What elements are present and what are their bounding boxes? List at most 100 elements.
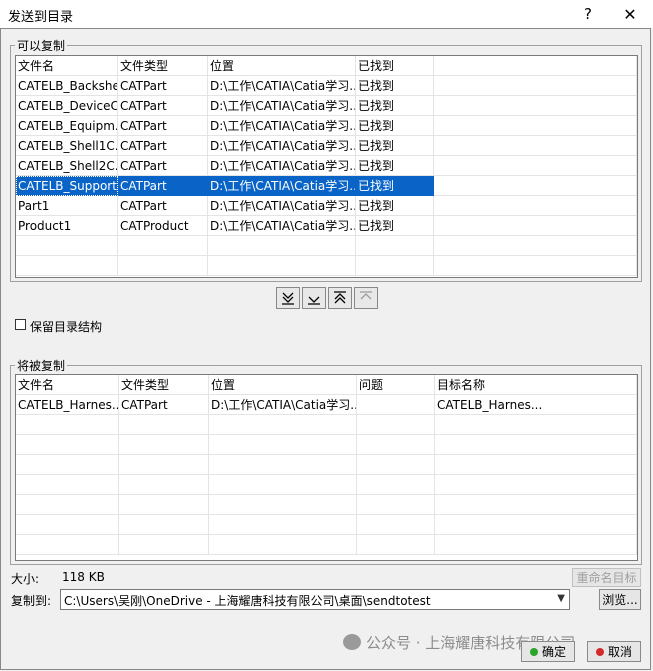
- table-row[interactable]: [16, 415, 637, 435]
- ok-label: 确定: [541, 645, 566, 659]
- table-cell: [209, 455, 357, 475]
- table-row[interactable]: [16, 535, 637, 555]
- table-cell: CATPart: [118, 96, 208, 116]
- column-header[interactable]: 位置: [209, 375, 357, 395]
- move-down-button[interactable]: [302, 287, 326, 309]
- table-cell: [435, 515, 637, 535]
- copy-to-combobox[interactable]: C:\Users\吴刚\OneDrive - 上海耀唐科技有限公司\桌面\sen…: [60, 589, 570, 610]
- column-header[interactable]: 问题: [357, 375, 435, 395]
- table-cell: 已找到: [356, 136, 434, 156]
- table-cell: D:\工作\CATIA\Catia学习...: [208, 176, 356, 196]
- column-header[interactable]: 文件名: [16, 375, 119, 395]
- table-row[interactable]: Product1 CATProduct D:\工作\CATIA\Catia学习...…: [16, 216, 637, 236]
- rename-target-button[interactable]: 重命名目标: [572, 568, 641, 587]
- copy-to-label: 复制到:: [11, 594, 52, 608]
- browse-button[interactable]: 浏览...: [599, 589, 641, 610]
- table-row[interactable]: CATELB_Backshell CATPart D:\工作\CATIA\Catia…: [16, 76, 637, 96]
- column-header[interactable]: 位置: [208, 56, 356, 76]
- window-title: 发送到目录: [8, 10, 74, 25]
- help-button[interactable]: ?: [568, 0, 608, 28]
- chevron-up-icon: [360, 291, 372, 300]
- table-cell: [435, 415, 637, 435]
- table-cell: 已找到: [356, 96, 434, 116]
- table-cell: CATELB_Support: [16, 176, 118, 196]
- table-cell: [434, 216, 637, 236]
- table-row[interactable]: [16, 236, 637, 256]
- chevron-down-icon[interactable]: ▼: [557, 593, 565, 604]
- table-cell: CATELB_Harnes...: [435, 395, 637, 415]
- move-all-up-button[interactable]: [328, 287, 352, 309]
- move-up-button[interactable]: [354, 287, 378, 309]
- table-row[interactable]: [16, 455, 637, 475]
- table-cell: [357, 495, 435, 515]
- copy-to-path: C:\Users\吴刚\OneDrive - 上海耀唐科技有限公司\桌面\sen…: [64, 594, 431, 608]
- table-cell: 已找到: [356, 156, 434, 176]
- table-cell: [208, 256, 356, 276]
- table-cell: [356, 236, 434, 256]
- table-cell: [435, 435, 637, 455]
- table-cell: CATELB_Shell1C...: [16, 136, 118, 156]
- table-cell: CATPart: [119, 395, 209, 415]
- cancel-button[interactable]: 取消: [587, 641, 641, 662]
- table-row[interactable]: [16, 515, 637, 535]
- size-label: 大小:: [11, 572, 40, 586]
- ok-dot-icon: [529, 647, 538, 656]
- table-cell: Product1: [16, 216, 118, 236]
- table-cell: [435, 475, 637, 495]
- to-copy-group-label: 将被复制: [15, 357, 68, 374]
- table-row[interactable]: Part1 CATPart D:\工作\CATIA\Catia学习... 已找到: [16, 196, 637, 216]
- column-header[interactable]: 文件名: [16, 56, 118, 76]
- column-header[interactable]: 文件类型: [119, 375, 209, 395]
- table-cell: D:\工作\CATIA\Catia学习...: [208, 216, 356, 236]
- table-header: 文件名 文件类型 位置 已找到: [16, 56, 637, 76]
- table-cell: CATELB_Harnes...: [16, 395, 119, 415]
- table-row[interactable]: CATELB_Support CATPart D:\工作\CATIA\Catia学习…: [16, 176, 637, 196]
- table-cell: [16, 236, 118, 256]
- table-cell: [16, 515, 119, 535]
- table-cell: [435, 495, 637, 515]
- table-cell: CATELB_DeviceC...: [16, 96, 118, 116]
- table-cell: D:\工作\CATIA\Catia学习...: [208, 116, 356, 136]
- column-header[interactable]: 目标名称: [435, 375, 637, 395]
- column-header[interactable]: [434, 56, 637, 76]
- column-header[interactable]: 已找到: [356, 56, 434, 76]
- table-cell: [209, 415, 357, 435]
- table-cell: 已找到: [356, 216, 434, 236]
- wechat-icon: [343, 634, 361, 650]
- table-cell: CATProduct: [118, 216, 208, 236]
- table-row[interactable]: CATELB_Harnes... CATPart D:\工作\CATIA\Catia…: [16, 395, 637, 415]
- table-cell: [118, 256, 208, 276]
- table-cell: CATELB_Equipm...: [16, 116, 118, 136]
- table-cell: [16, 495, 119, 515]
- table-cell: [209, 515, 357, 535]
- table-row[interactable]: CATELB_Shell1C... CATPart D:\工作\CATIA\Cati…: [16, 136, 637, 156]
- table-cell: [119, 435, 209, 455]
- table-row[interactable]: [16, 435, 637, 455]
- table-cell: CATPart: [118, 136, 208, 156]
- table-cell: [434, 116, 637, 136]
- close-button[interactable]: ✕: [610, 0, 650, 28]
- copyable-table[interactable]: 文件名 文件类型 位置 已找到 CATELB_Backshell CATPart D:\工作…: [15, 55, 638, 278]
- to-copy-table[interactable]: 文件名 文件类型 位置 问题 目标名称 CATELB_Harnes... CATPart D:…: [15, 374, 638, 561]
- table-cell: D:\工作\CATIA\Catia学习...: [208, 136, 356, 156]
- table-cell: [434, 136, 637, 156]
- table-cell: [119, 475, 209, 495]
- table-row[interactable]: [16, 475, 637, 495]
- table-cell: [119, 515, 209, 535]
- column-header[interactable]: 文件类型: [118, 56, 208, 76]
- table-row[interactable]: [16, 256, 637, 276]
- keep-structure-checkbox[interactable]: [15, 319, 26, 330]
- table-cell: CATPart: [118, 116, 208, 136]
- table-cell: [208, 236, 356, 256]
- table-row[interactable]: CATELB_Shell2C... CATPart D:\工作\CATIA\Cati…: [16, 156, 637, 176]
- table-cell: [434, 176, 637, 196]
- table-cell: [435, 535, 637, 555]
- move-all-down-button[interactable]: [276, 287, 300, 309]
- table-cell: [357, 455, 435, 475]
- ok-button[interactable]: 确定: [521, 641, 575, 662]
- table-cell: CATPart: [118, 76, 208, 96]
- table-row[interactable]: [16, 495, 637, 515]
- table-row[interactable]: CATELB_DeviceC...CATPartD:\工作\CATIA\Cati…: [16, 96, 637, 116]
- table-cell: [434, 76, 637, 96]
- table-row[interactable]: CATELB_Equipm... CATPart D:\工作\CATIA\Catia…: [16, 116, 637, 136]
